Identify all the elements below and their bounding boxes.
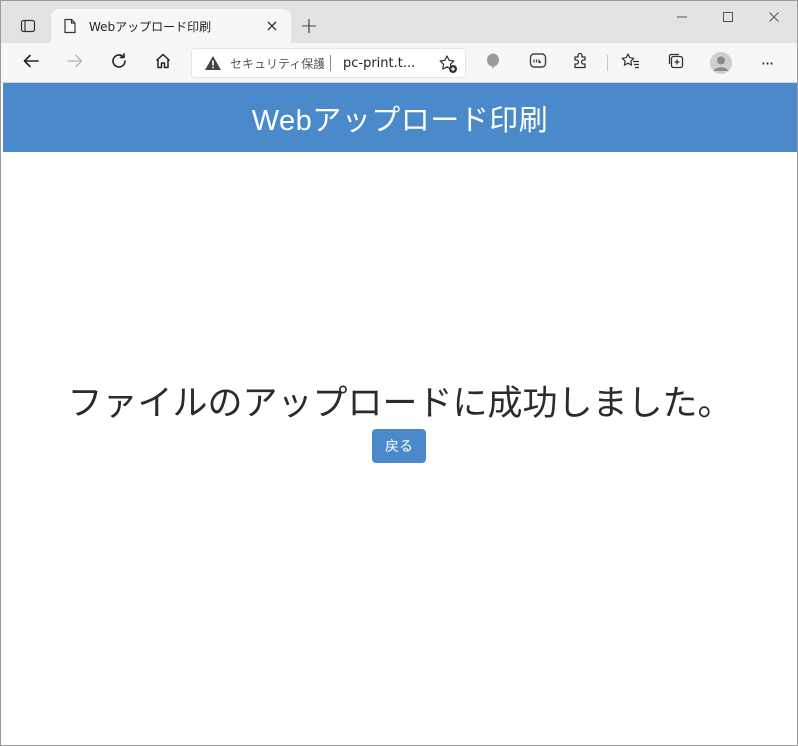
browser-toolbar: セキュリティ保護な pc-print.t... — [1, 43, 797, 83]
tab-active[interactable]: Webアップロード印刷 × — [51, 9, 291, 43]
window-controls — [659, 1, 797, 33]
refresh-button[interactable] — [103, 47, 135, 79]
page-header: Webアップロード印刷 — [3, 83, 797, 152]
home-button[interactable] — [147, 47, 179, 79]
tab-close-icon[interactable]: × — [263, 17, 281, 35]
profile-icon — [710, 52, 732, 74]
balloon-extension-button[interactable] — [477, 47, 509, 79]
collections-button[interactable] — [660, 47, 692, 79]
profile-button[interactable] — [705, 47, 737, 79]
balloon-icon — [484, 52, 502, 74]
tab-strip: Webアップロード印刷 × + — [1, 1, 797, 43]
success-message: ファイルのアップロードに成功しました。 — [67, 384, 733, 424]
extensions-button[interactable] — [565, 47, 597, 79]
favorites-button[interactable] — [615, 47, 647, 79]
forward-icon — [66, 52, 84, 74]
back-icon — [22, 52, 40, 74]
tab-actions-button[interactable] — [13, 15, 43, 41]
tab-actions-icon — [20, 18, 36, 38]
back-link-button[interactable]: 戻る — [372, 429, 426, 463]
page-title: Webアップロード印刷 — [251, 104, 549, 137]
favorites-icon — [621, 52, 641, 74]
refresh-icon — [110, 52, 128, 74]
minimize-icon[interactable] — [659, 1, 705, 33]
url-text[interactable]: pc-print.t... — [343, 56, 421, 71]
line-extension-button[interactable] — [522, 47, 554, 79]
security-status-text[interactable]: セキュリティ保護な — [230, 55, 324, 72]
new-tab-button[interactable]: + — [297, 15, 321, 39]
page-icon — [63, 18, 79, 34]
page-viewport: Webアップロード印刷 ファイルのアップロードに成功しました。 戻る — [3, 83, 797, 745]
back-button[interactable] — [15, 47, 47, 79]
warning-icon[interactable] — [204, 54, 222, 72]
toolbar-divider — [607, 55, 608, 71]
collections-icon — [667, 52, 685, 74]
forward-button[interactable] — [59, 47, 91, 79]
more-icon[interactable]: ··· — [751, 47, 783, 79]
address-bar[interactable]: セキュリティ保護な pc-print.t... — [191, 48, 466, 78]
add-favorite-icon[interactable] — [437, 53, 459, 75]
address-separator — [330, 55, 331, 71]
close-icon[interactable] — [751, 1, 797, 33]
extensions-icon — [572, 52, 590, 74]
tab-title: Webアップロード印刷 — [89, 19, 212, 34]
home-icon — [154, 52, 172, 74]
maximize-icon[interactable] — [705, 1, 751, 33]
browser-window: Webアップロード印刷 × + セキュリティ保護 pc-print.t... ·… — [0, 0, 798, 746]
line-icon — [529, 52, 547, 74]
